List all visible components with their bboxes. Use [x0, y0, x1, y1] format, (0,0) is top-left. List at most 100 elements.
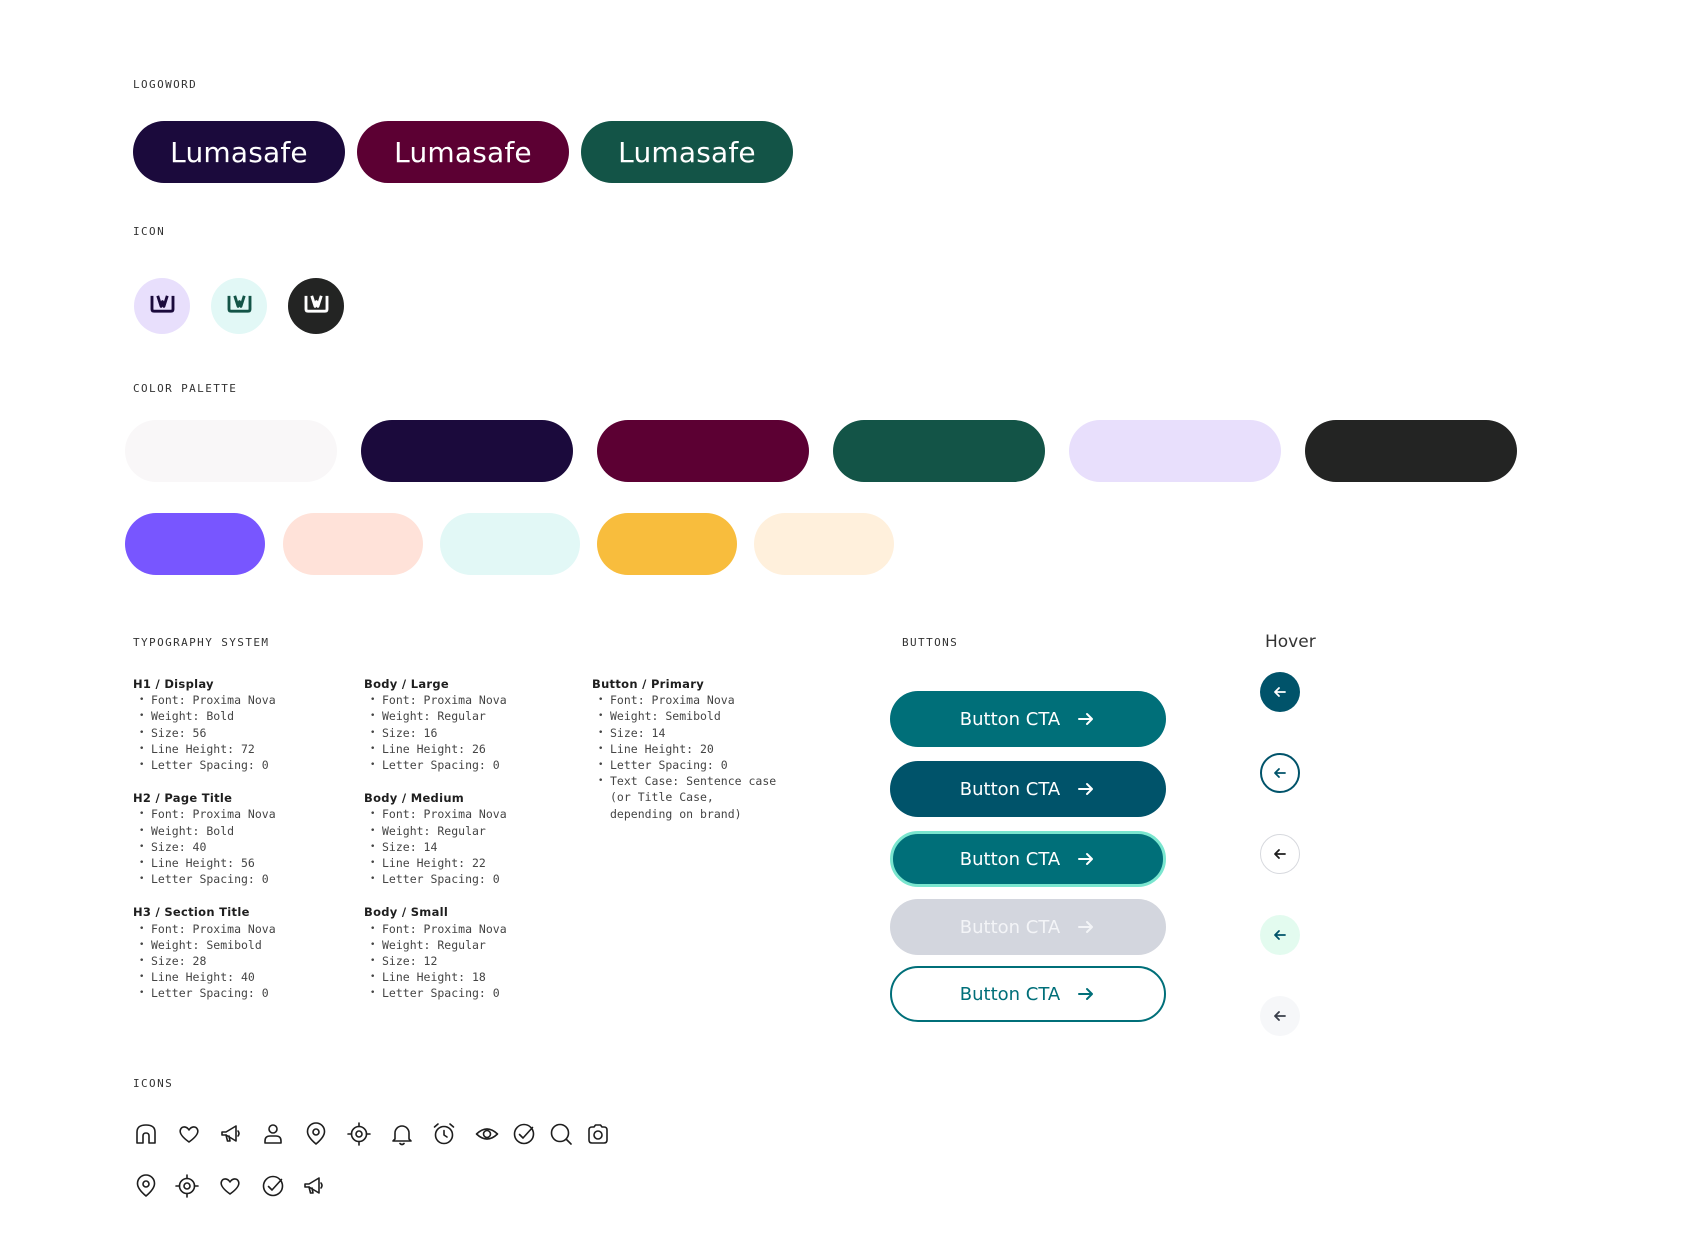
typography-spec-list: Font: Proxima NovaWeight: RegularSize: 1…: [364, 806, 507, 887]
typography-spec-item: Size: 12: [370, 953, 507, 969]
typography-spec-item: Weight: Semibold: [139, 937, 276, 953]
typography-spec-item: Line Height: 22: [370, 855, 507, 871]
typography-spec-item: Letter Spacing: 0: [139, 757, 276, 773]
typography-spec-list: Font: Proxima NovaWeight: RegularSize: 1…: [364, 921, 507, 1002]
typography-spec-item: Line Height: 20: [598, 741, 782, 757]
logoword-pill: Lumasafe: [357, 121, 569, 183]
typography-spec-item: Font: Proxima Nova: [370, 921, 507, 937]
typography-spec-item: Line Height: 56: [139, 855, 276, 871]
color-swatch: [597, 420, 809, 482]
typography-spec-item: Line Height: 40: [139, 969, 276, 985]
typography-spec-list: Font: Proxima NovaWeight: SemiboldSize: …: [133, 921, 276, 1002]
cta-button-default[interactable]: Button CTA: [890, 691, 1166, 747]
typography-spec-title: Body / Large: [364, 677, 449, 691]
typography-spec-item: Weight: Regular: [370, 708, 507, 724]
color-swatch: [361, 420, 573, 482]
typography-spec-item: Line Height: 72: [139, 741, 276, 757]
megaphone-icon: [218, 1121, 244, 1147]
arrow-left-icon: [1272, 846, 1288, 862]
typography-spec-item: Letter Spacing: 0: [370, 757, 507, 773]
target-icon: [174, 1173, 200, 1199]
typography-spec-title: Body / Small: [364, 905, 449, 920]
color-swatch: [1305, 420, 1517, 482]
color-swatch: [833, 420, 1045, 482]
back-arrow-button[interactable]: [1260, 753, 1300, 793]
lumasafe-mark-icon: [149, 293, 176, 319]
app-icon: [211, 278, 267, 334]
color-swatch: [597, 513, 737, 575]
color-palette-section-label: COLOR PALETTE: [133, 382, 238, 395]
check-circle-icon: [260, 1173, 286, 1199]
arrow-left-icon: [1272, 927, 1288, 943]
typography-spec-list: Font: Proxima NovaWeight: RegularSize: 1…: [364, 692, 507, 773]
typography-spec-item: Size: 28: [139, 953, 276, 969]
typography-section-label: TYPOGRAPHY SYSTEM: [133, 636, 270, 649]
icon-section-label: ICON: [133, 225, 166, 238]
back-arrow-button[interactable]: [1260, 672, 1300, 712]
typography-column-button: Button / PrimaryFont: Proxima NovaWeight…: [592, 676, 782, 839]
arrow-right-icon: [1076, 917, 1096, 937]
heart-icon: [217, 1173, 243, 1199]
color-swatch: [440, 513, 580, 575]
cta-button-hover[interactable]: Button CTA: [890, 761, 1166, 817]
typography-column-headings: H1 / DisplayFont: Proxima NovaWeight: Bo…: [133, 676, 276, 1019]
cta-button-label: Button CTA: [959, 916, 1061, 938]
logoword-pill: Lumasafe: [133, 121, 345, 183]
bell-icon: [389, 1121, 415, 1147]
icons-section-label: ICONS: [133, 1077, 174, 1090]
typography-spec-item: Line Height: 18: [370, 969, 507, 985]
typography-spec-item: Weight: Regular: [370, 823, 507, 839]
typography-spec-item: Size: 16: [370, 725, 507, 741]
typography-spec-list: Font: Proxima NovaWeight: BoldSize: 56Li…: [133, 692, 276, 773]
arrow-left-icon: [1272, 684, 1288, 700]
cta-button-disabled[interactable]: Button CTA: [890, 899, 1166, 955]
typography-spec-item: Text Case: Sentence case (or Title Case,…: [598, 773, 782, 822]
cta-button-focus[interactable]: Button CTA: [890, 831, 1166, 887]
typography-spec: Body / LargeFont: Proxima NovaWeight: Re…: [364, 676, 507, 773]
back-arrow-button[interactable]: [1260, 915, 1300, 955]
location-pin-icon: [133, 1173, 159, 1199]
buttons-section-label: BUTTONS: [902, 636, 959, 649]
cta-button-label: Button CTA: [959, 708, 1061, 730]
typography-spec-item: Letter Spacing: 0: [139, 871, 276, 887]
app-icon: [288, 278, 344, 334]
megaphone-icon: [301, 1173, 327, 1199]
typography-spec-item: Font: Proxima Nova: [139, 806, 276, 822]
typography-spec-item: Weight: Regular: [370, 937, 507, 953]
typography-spec-item: Font: Proxima Nova: [139, 692, 276, 708]
typography-spec-item: Letter Spacing: 0: [139, 985, 276, 1001]
typography-spec: Button / PrimaryFont: Proxima NovaWeight…: [592, 676, 782, 822]
typography-spec-item: Letter Spacing: 0: [370, 985, 507, 1001]
cta-button-label: Button CTA: [959, 848, 1061, 870]
back-arrow-button[interactable]: [1260, 834, 1300, 874]
logoword-section-label: LOGOWORD: [133, 78, 198, 91]
color-swatch: [125, 420, 337, 482]
typography-spec-item: Font: Proxima Nova: [370, 806, 507, 822]
typography-spec-item: Line Height: 26: [370, 741, 507, 757]
typography-spec: Body / SmallFont: Proxima NovaWeight: Re…: [364, 904, 507, 1001]
back-arrow-button[interactable]: [1260, 996, 1300, 1036]
typography-spec-item: Weight: Bold: [139, 823, 276, 839]
typography-spec-title: H2 / Page Title: [133, 791, 233, 806]
camera-icon: [585, 1121, 611, 1147]
typography-spec-item: Size: 40: [139, 839, 276, 855]
lumasafe-mark-icon: [303, 293, 330, 319]
arrow-right-icon: [1076, 779, 1096, 799]
color-swatch: [754, 513, 894, 575]
app-icon: [134, 278, 190, 334]
typography-spec-item: Weight: Semibold: [598, 708, 782, 724]
typography-spec: H2 / Page TitleFont: Proxima NovaWeight:…: [133, 790, 276, 887]
logoword-pill: Lumasafe: [581, 121, 793, 183]
cta-button-outline[interactable]: Button CTA: [890, 966, 1166, 1022]
typography-spec-item: Weight: Bold: [139, 708, 276, 724]
typography-column-body: Body / LargeFont: Proxima NovaWeight: Re…: [364, 676, 507, 1019]
arrow-right-icon: [1076, 709, 1096, 729]
color-swatch: [1069, 420, 1281, 482]
arrow-left-icon: [1272, 1008, 1288, 1024]
color-swatch: [283, 513, 423, 575]
lumasafe-mark-icon: [226, 293, 253, 319]
typography-spec-item: Letter Spacing: 0: [598, 757, 782, 773]
cta-button-label: Button CTA: [959, 983, 1061, 1005]
color-swatch: [125, 513, 265, 575]
typography-spec-title: H1 / Display: [133, 677, 214, 691]
